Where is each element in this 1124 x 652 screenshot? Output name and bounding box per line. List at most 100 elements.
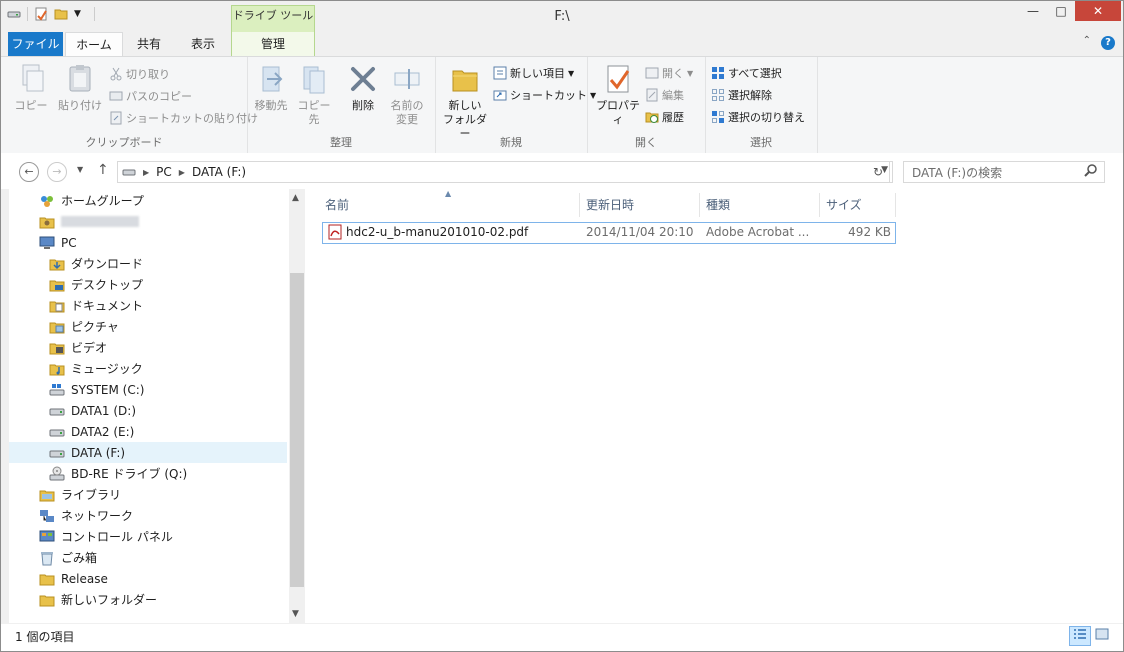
- delete-button[interactable]: 削除: [345, 63, 381, 113]
- paste-shortcut-label: ショートカットの貼り付け: [126, 112, 258, 125]
- column-header-type[interactable]: 種類: [700, 193, 820, 217]
- paste-button[interactable]: 貼り付け: [57, 63, 103, 113]
- breadcrumb-pc[interactable]: PC: [156, 165, 172, 179]
- move-to-button[interactable]: 移動先: [251, 63, 291, 113]
- file-type: Adobe Acrobat ...: [706, 225, 810, 239]
- nav-item[interactable]: ダウンロード: [9, 253, 287, 274]
- nav-item[interactable]: 新しいフォルダー: [9, 589, 287, 610]
- nav-item[interactable]: BD-RE ドライブ (Q:): [9, 463, 287, 484]
- history-button[interactable]: 履歴: [645, 109, 684, 125]
- tab-share[interactable]: 共有: [123, 32, 175, 56]
- nav-item[interactable]: ドキュメント: [9, 295, 287, 316]
- maximize-button[interactable]: □: [1047, 1, 1075, 21]
- search-icon[interactable]: [1084, 163, 1098, 180]
- new-folder-button[interactable]: 新しい フォルダー: [439, 63, 491, 141]
- details-view-button[interactable]: [1069, 626, 1091, 646]
- tab-home[interactable]: ホーム: [65, 32, 123, 57]
- minimize-button[interactable]: —: [1019, 1, 1047, 21]
- scroll-down-icon[interactable]: ▼: [292, 609, 299, 619]
- new-item-icon: [493, 66, 507, 80]
- nav-item-label: [61, 216, 139, 227]
- nav-item[interactable]: ライブラリ: [9, 484, 287, 505]
- tab-manage[interactable]: 管理: [231, 32, 315, 56]
- copy-button[interactable]: コピー: [11, 63, 51, 113]
- select-none-button[interactable]: 選択解除: [711, 87, 772, 103]
- breadcrumb-drive[interactable]: DATA (F:): [192, 165, 246, 179]
- organize-group-label: 整理: [330, 136, 352, 149]
- nav-item[interactable]: コントロール パネル: [9, 526, 287, 547]
- new-group-label: 新規: [500, 136, 522, 149]
- rename-label-1: 名前の: [390, 99, 424, 112]
- nav-item[interactable]: DATA1 (D:): [9, 400, 287, 421]
- paste-shortcut-button[interactable]: ショートカットの貼り付け: [109, 110, 258, 126]
- copy-path-label: パスのコピー: [126, 90, 192, 103]
- nav-item[interactable]: ごみ箱: [9, 547, 287, 568]
- nav-item[interactable]: DATA (F:): [9, 442, 287, 463]
- nav-item[interactable]: Release: [9, 568, 287, 589]
- details-view-icon: [1074, 629, 1086, 639]
- navigation-pane: ▲ ▼ ホームグループ PC ダウンロードデスクトップドキュメント ピクチャ ビデオ ミュ…: [9, 189, 305, 623]
- rename-button[interactable]: 名前の 変更: [385, 63, 429, 127]
- select-all-button[interactable]: すべて選択: [711, 65, 782, 81]
- recent-locations-chevron-icon[interactable]: ▼: [77, 165, 83, 174]
- chevron-right-icon[interactable]: ▶: [143, 168, 149, 177]
- drive-tools-header: ドライブ ツール: [231, 5, 315, 33]
- nav-item[interactable]: ピクチャ: [9, 316, 287, 337]
- search-box[interactable]: DATA (F:)の検索: [903, 161, 1105, 183]
- history-icon: [645, 110, 659, 124]
- nav-item[interactable]: SYSTEM (C:): [9, 379, 287, 400]
- large-icons-view-button[interactable]: [1091, 626, 1113, 646]
- column-header-size[interactable]: サイズ: [820, 193, 896, 217]
- drive-icon: [49, 403, 65, 419]
- new-item-button[interactable]: 新しい項目 ▼: [493, 65, 574, 81]
- nav-item[interactable]: ミュージック: [9, 358, 287, 379]
- file-row[interactable]: hdc2-u_b-manu201010-02.pdf 2014/11/04 20…: [322, 222, 896, 244]
- clipboard-group-label: クリップボード: [85, 136, 163, 149]
- nav-item[interactable]: [9, 211, 287, 232]
- column-header-modified[interactable]: 更新日時: [580, 193, 700, 217]
- copy-path-icon: [109, 89, 123, 103]
- back-button[interactable]: ←: [19, 162, 39, 182]
- documents-folder-icon: [49, 298, 65, 314]
- nav-scrollbar[interactable]: ▲ ▼: [289, 189, 305, 623]
- column-header-name[interactable]: 名前: [319, 193, 580, 217]
- nav-item-label: デスクトップ: [71, 278, 144, 292]
- nav-item[interactable]: ネットワーク: [9, 505, 287, 526]
- easy-access-button[interactable]: ショートカット ▼: [493, 87, 596, 103]
- copy-to-button[interactable]: コピー先: [293, 63, 335, 127]
- title-bar: ▼ F:\ — □ ✕: [1, 1, 1123, 32]
- nav-scrollbar-thumb[interactable]: [290, 273, 304, 587]
- invert-selection-button[interactable]: 選択の切り替え: [711, 109, 805, 125]
- close-button[interactable]: ✕: [1075, 1, 1121, 21]
- nav-item[interactable]: PC: [9, 232, 287, 253]
- properties-button[interactable]: プロパティ: [593, 63, 643, 127]
- copy-to-icon: [298, 63, 330, 95]
- window-title: F:\: [554, 9, 570, 24]
- edit-button[interactable]: 編集: [645, 87, 684, 103]
- drive-icon: [49, 424, 65, 440]
- file-modified: 2014/11/04 20:10: [586, 225, 694, 239]
- tab-view[interactable]: 表示: [177, 32, 229, 56]
- chevron-right-icon[interactable]: ▶: [179, 168, 185, 177]
- scroll-up-icon[interactable]: ▲: [292, 193, 299, 203]
- nav-item[interactable]: ビデオ: [9, 337, 287, 358]
- copy-label: コピー: [14, 99, 48, 112]
- nav-item[interactable]: デスクトップ: [9, 274, 287, 295]
- homegroup-icon: [39, 193, 55, 209]
- nav-item-label: DATA2 (E:): [71, 424, 135, 439]
- open-button[interactable]: 開く ▼: [645, 65, 693, 81]
- help-icon[interactable]: ?: [1101, 36, 1115, 50]
- refresh-icon[interactable]: ↻: [867, 161, 890, 183]
- copy-path-button[interactable]: パスのコピー: [109, 88, 192, 104]
- cut-button[interactable]: 切り取り: [109, 66, 170, 82]
- nav-item[interactable]: ホームグループ: [9, 190, 287, 211]
- delete-icon: [347, 63, 379, 95]
- nav-item[interactable]: DATA2 (E:): [9, 421, 287, 442]
- forward-button[interactable]: →: [47, 162, 67, 182]
- recycle-bin-icon: [39, 550, 55, 566]
- address-bar[interactable]: ▶ PC ▶ DATA (F:) ▼: [117, 161, 893, 183]
- paste-shortcut-icon: [109, 111, 123, 125]
- tab-file[interactable]: ファイル: [8, 32, 63, 56]
- collapse-ribbon-icon[interactable]: ⌃: [1083, 35, 1091, 46]
- up-arrow-icon[interactable]: ↑: [97, 162, 109, 178]
